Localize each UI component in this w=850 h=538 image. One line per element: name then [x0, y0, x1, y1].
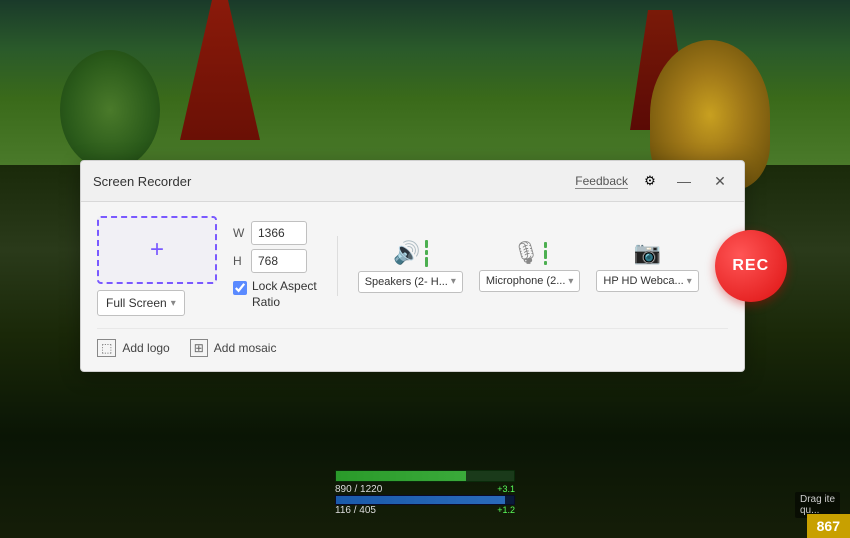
add-logo-icon: ⬚: [97, 339, 116, 357]
webcam-control: 📷 HP HD Webca... ▾: [596, 240, 698, 292]
hp-bar-bg: [335, 470, 515, 482]
width-row: W: [233, 221, 317, 245]
speakers-control: 🔊 Speakers (2- H... ▾: [358, 240, 463, 293]
microphone-label: Microphone (2...: [486, 275, 565, 287]
width-input[interactable]: [251, 221, 307, 245]
add-logo-item[interactable]: ⬚ Add logo: [97, 339, 170, 357]
addons-row: ⬚ Add logo ⊞ Add mosaic: [97, 328, 728, 357]
mp-bar-bg: [335, 495, 515, 505]
hp-text-row: 890 / 1220 +3.1: [335, 484, 515, 495]
feedback-link[interactable]: Feedback: [575, 174, 628, 189]
add-logo-label: Add logo: [122, 341, 169, 355]
screen-mode-dropdown[interactable]: Full Screen ▾: [97, 290, 185, 316]
hp-plus: +3.1: [497, 484, 515, 495]
bar-3: [544, 261, 547, 265]
lock-aspect-label: Lock AspectRatio: [252, 279, 317, 310]
mp-bar-fill: [336, 496, 505, 504]
lock-aspect-checkbox[interactable]: [233, 281, 247, 295]
microphone-icon-area: 🎙: [512, 240, 547, 266]
bar-2: [544, 250, 547, 259]
screen-mode-label: Full Screen: [106, 296, 167, 310]
microphone-icon: 🎙: [512, 240, 540, 266]
dialog-title-bar: Screen Recorder Feedback ⚙ — ✕: [81, 161, 744, 202]
speakers-dropdown[interactable]: Speakers (2- H... ▾: [358, 271, 463, 293]
add-mosaic-icon: ⊞: [190, 339, 208, 357]
mp-text-row: 116 / 405 +1.2: [335, 505, 515, 516]
capture-area-box[interactable]: +: [97, 216, 217, 284]
bar-1: [544, 242, 547, 248]
add-mosaic-label: Add mosaic: [214, 341, 277, 355]
add-mosaic-item[interactable]: ⊞ Add mosaic: [190, 339, 277, 357]
divider-1: [337, 236, 338, 296]
w-label: W: [233, 226, 245, 240]
dialog-body: + Full Screen ▾ W H: [81, 202, 744, 371]
webcam-icon: 📷: [634, 240, 661, 266]
height-input[interactable]: [251, 249, 307, 273]
minimize-button[interactable]: —: [672, 169, 696, 193]
lock-aspect-container: Lock AspectRatio: [233, 279, 317, 310]
wh-inputs: W H: [233, 221, 317, 273]
mp-plus: +1.2: [497, 505, 515, 516]
h-label: H: [233, 254, 245, 268]
close-button[interactable]: ✕: [708, 169, 732, 193]
controls-row: + Full Screen ▾ W H: [97, 216, 728, 316]
rec-label: REC: [732, 257, 769, 275]
screen-recorder-dialog: Screen Recorder Feedback ⚙ — ✕ + Ful: [80, 160, 745, 372]
speakers-icon-area: 🔊: [393, 240, 427, 267]
bar-3: [425, 257, 428, 267]
mp-text: 116 / 405: [335, 505, 376, 516]
capture-plus-icon: +: [150, 238, 164, 262]
settings-icon[interactable]: ⚙: [640, 171, 660, 191]
bar-2: [425, 250, 428, 255]
hp-text: 890 / 1220: [335, 484, 382, 495]
speakers-icon: 🔊: [393, 240, 420, 266]
microphone-control: 🎙 Microphone (2... ▾: [479, 240, 581, 292]
title-right: Feedback ⚙ — ✕: [575, 169, 732, 193]
screen-mode-arrow: ▾: [171, 298, 176, 309]
green-tree-left: [60, 50, 160, 170]
dialog-title: Screen Recorder: [93, 174, 191, 189]
speakers-level-bars: [425, 240, 428, 267]
microphone-level-bars: [544, 242, 547, 265]
rec-button[interactable]: REC: [715, 230, 787, 302]
height-row: H: [233, 249, 317, 273]
title-left: Screen Recorder: [93, 174, 191, 189]
microphone-dropdown[interactable]: Microphone (2... ▾: [479, 270, 581, 292]
gold-display: 867: [807, 514, 850, 538]
webcam-dropdown[interactable]: HP HD Webca... ▾: [596, 270, 698, 292]
speakers-label: Speakers (2- H...: [365, 276, 448, 288]
hp-bar-fill: [336, 471, 466, 481]
bar-1: [425, 240, 428, 248]
webcam-label: HP HD Webca...: [603, 275, 683, 287]
hud-center: 890 / 1220 +3.1 116 / 405 +1.2: [335, 470, 515, 516]
webcam-icon-area: 📷: [634, 240, 661, 266]
